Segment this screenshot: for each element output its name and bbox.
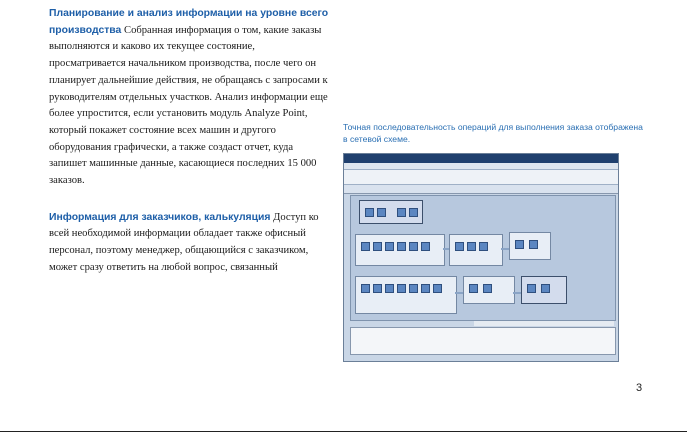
process-icon — [529, 240, 538, 249]
process-icon — [421, 242, 430, 251]
process-icon — [397, 284, 406, 293]
screenshot-infobar — [344, 170, 618, 185]
process-icon — [541, 284, 550, 293]
process-icon — [433, 284, 442, 293]
section-body: Собранная информация о том, какие заказы… — [49, 24, 328, 187]
connector-line — [455, 292, 463, 294]
bottom-rule — [0, 431, 687, 432]
process-icon — [409, 242, 418, 251]
process-icon — [365, 208, 374, 217]
process-icon — [397, 242, 406, 251]
main-text-column: Планирование и анализ информации на уров… — [49, 6, 331, 297]
process-icon — [385, 284, 394, 293]
process-icon — [479, 242, 488, 251]
section-customers: Информация для заказчиков, калькуляция Д… — [49, 210, 331, 277]
figure-caption: Точная последовательность операций для в… — [343, 122, 643, 144]
process-icon — [409, 284, 418, 293]
section-heading: Информация для заказчиков, калькуляция — [49, 211, 271, 223]
process-icon — [527, 284, 536, 293]
process-icon — [373, 242, 382, 251]
process-icon — [373, 284, 382, 293]
screenshot-job-table — [350, 327, 616, 355]
process-icon — [397, 208, 406, 217]
screenshot-tabs — [344, 185, 618, 194]
diagram-node — [355, 276, 457, 314]
process-icon — [483, 284, 492, 293]
screenshot-menubar — [344, 163, 618, 170]
section-planning: Планирование и анализ информации на уров… — [49, 6, 331, 190]
process-icon — [455, 242, 464, 251]
process-icon — [421, 284, 430, 293]
process-icon — [361, 284, 370, 293]
process-icon — [377, 208, 386, 217]
process-icon — [469, 284, 478, 293]
screenshot-titlebar — [344, 154, 618, 163]
connector-line — [501, 248, 509, 250]
screenshot-button-row — [474, 321, 614, 326]
process-icon — [361, 242, 370, 251]
connector-line — [513, 292, 521, 294]
process-icon — [409, 208, 418, 217]
process-icon — [385, 242, 394, 251]
network-diagram-canvas — [350, 195, 616, 321]
process-icon — [515, 240, 524, 249]
process-icon — [467, 242, 476, 251]
connector-line — [443, 248, 449, 250]
software-screenshot-figure — [343, 153, 619, 362]
page-number: 3 — [636, 382, 643, 394]
